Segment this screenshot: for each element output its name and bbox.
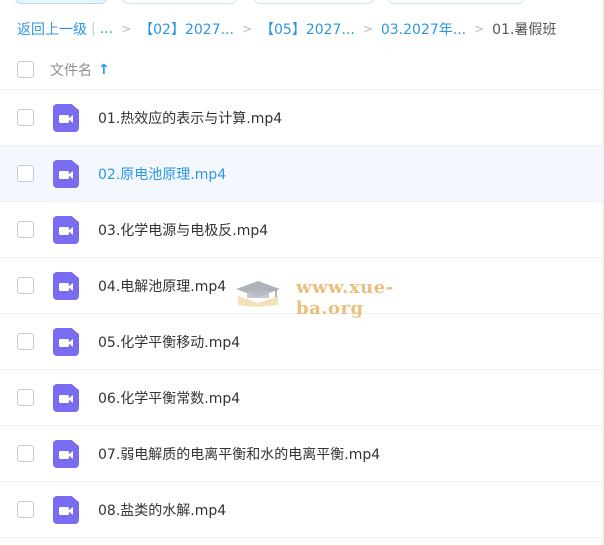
file-name[interactable]: 03.化学电源与电极反.mp4	[98, 220, 268, 240]
file-row[interactable]: 06.化学平衡常数.mp4	[0, 370, 604, 426]
file-name[interactable]: 07.弱电解质的电离平衡和水的电离平衡.mp4	[98, 444, 380, 464]
file-name[interactable]: 04.电解池原理.mp4	[98, 276, 226, 296]
toolbar-button-partial[interactable]	[15, 0, 107, 4]
chevron-right-icon: >	[474, 22, 485, 36]
row-checkbox[interactable]	[17, 277, 34, 294]
file-row[interactable]: 07.弱电解质的电离平衡和水的电离平衡.mp4	[0, 426, 604, 482]
chevron-right-icon: >	[121, 22, 132, 36]
file-name[interactable]: 02.原电池原理.mp4	[98, 164, 226, 184]
video-file-icon	[53, 496, 79, 524]
toolbar-button-partial[interactable]	[122, 0, 237, 4]
sort-ascending-icon[interactable]: ↑	[98, 62, 110, 78]
file-row[interactable]: 05.化学平衡移动.mp4	[0, 314, 604, 370]
row-checkbox[interactable]	[17, 165, 34, 182]
column-header-filename[interactable]: 文件名 ↑	[50, 60, 110, 80]
file-browser: 返回上一级 | ... > 【02】2027... > 【05】2027... …	[0, 0, 604, 545]
row-checkbox[interactable]	[17, 501, 34, 518]
file-name[interactable]: 06.化学平衡常数.mp4	[98, 388, 240, 408]
breadcrumb-item[interactable]: 03.2027年...	[381, 19, 466, 39]
breadcrumb-divider: |	[91, 21, 96, 37]
chevron-right-icon: >	[362, 22, 373, 36]
select-all-checkbox[interactable]	[17, 61, 34, 78]
file-row[interactable]: 03.化学电源与电极反.mp4	[0, 202, 604, 258]
file-name[interactable]: 05.化学平衡移动.mp4	[98, 332, 240, 352]
file-row[interactable]: 01.热效应的表示与计算.mp4	[0, 90, 604, 146]
video-file-icon	[53, 328, 79, 356]
row-checkbox[interactable]	[17, 333, 34, 350]
file-row[interactable]: 08.盐类的水解.mp4	[0, 482, 604, 538]
video-file-icon	[53, 440, 79, 468]
video-file-icon	[53, 216, 79, 244]
row-checkbox[interactable]	[17, 109, 34, 126]
video-file-icon	[53, 384, 79, 412]
file-list: 01.热效应的表示与计算.mp4 02.原电池原理.mp4 03.化学电源与电极…	[0, 90, 604, 538]
video-file-icon	[53, 272, 79, 300]
file-name[interactable]: 01.热效应的表示与计算.mp4	[98, 108, 282, 128]
breadcrumb-ellipsis[interactable]: ...	[100, 21, 113, 37]
toolbar-button-partial[interactable]	[388, 0, 524, 4]
breadcrumb: 返回上一级 | ... > 【02】2027... > 【05】2027... …	[17, 18, 556, 40]
chevron-right-icon: >	[241, 22, 252, 36]
row-checkbox[interactable]	[17, 445, 34, 462]
row-checkbox[interactable]	[17, 389, 34, 406]
breadcrumb-item[interactable]: 【05】2027...	[260, 19, 355, 39]
video-file-icon	[53, 104, 79, 132]
row-checkbox[interactable]	[17, 221, 34, 238]
file-name[interactable]: 08.盐类的水解.mp4	[98, 500, 226, 520]
file-row[interactable]: 02.原电池原理.mp4	[0, 146, 604, 202]
file-row[interactable]: 04.电解池原理.mp4	[0, 258, 604, 314]
list-header: 文件名 ↑	[0, 50, 604, 90]
column-header-label: 文件名	[50, 62, 92, 79]
back-link[interactable]: 返回上一级	[17, 19, 87, 39]
video-file-icon	[53, 160, 79, 188]
toolbar-button-partial[interactable]	[254, 0, 374, 4]
breadcrumb-current: 01.暑假班	[492, 22, 557, 38]
breadcrumb-item[interactable]: 【02】2027...	[139, 19, 234, 39]
